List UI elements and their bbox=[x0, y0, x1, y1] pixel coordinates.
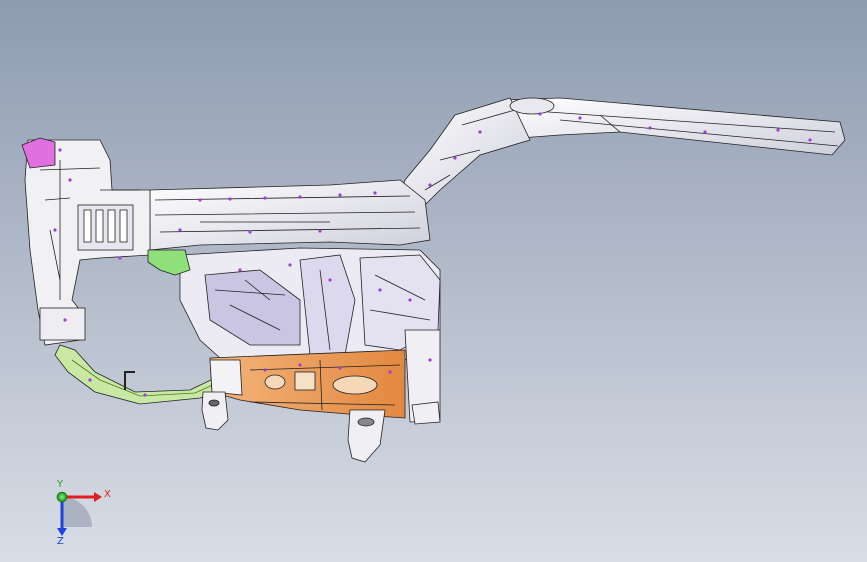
rail-hub[interactable] bbox=[509, 97, 555, 115]
bracket-slot-2[interactable] bbox=[95, 209, 104, 243]
mount-right[interactable] bbox=[411, 401, 441, 425]
triad-x-label: X bbox=[104, 489, 111, 500]
plate-hole-2[interactable] bbox=[332, 375, 378, 395]
triad-z-label: Z bbox=[57, 536, 64, 547]
triad-y-label: Y bbox=[56, 479, 64, 490]
cad-scene[interactable]: X Y Z bbox=[0, 0, 867, 562]
bracket-slot-1[interactable] bbox=[83, 209, 92, 243]
bracket-slot-4[interactable] bbox=[119, 209, 128, 243]
bracket-slot-3[interactable] bbox=[107, 209, 116, 243]
3d-viewport[interactable]: X Y Z bbox=[0, 0, 867, 562]
mount-left-hole[interactable] bbox=[208, 399, 220, 407]
lower-mount-plate[interactable] bbox=[39, 307, 86, 341]
triad-y-bulb bbox=[56, 491, 68, 503]
horizontal-beam[interactable] bbox=[149, 179, 431, 251]
mount-center-hole[interactable] bbox=[357, 417, 375, 427]
plate-hole-1[interactable] bbox=[264, 374, 286, 390]
mount-left[interactable] bbox=[201, 391, 229, 431]
plate-left-white[interactable] bbox=[209, 359, 243, 396]
plate-slot[interactable] bbox=[294, 371, 316, 391]
